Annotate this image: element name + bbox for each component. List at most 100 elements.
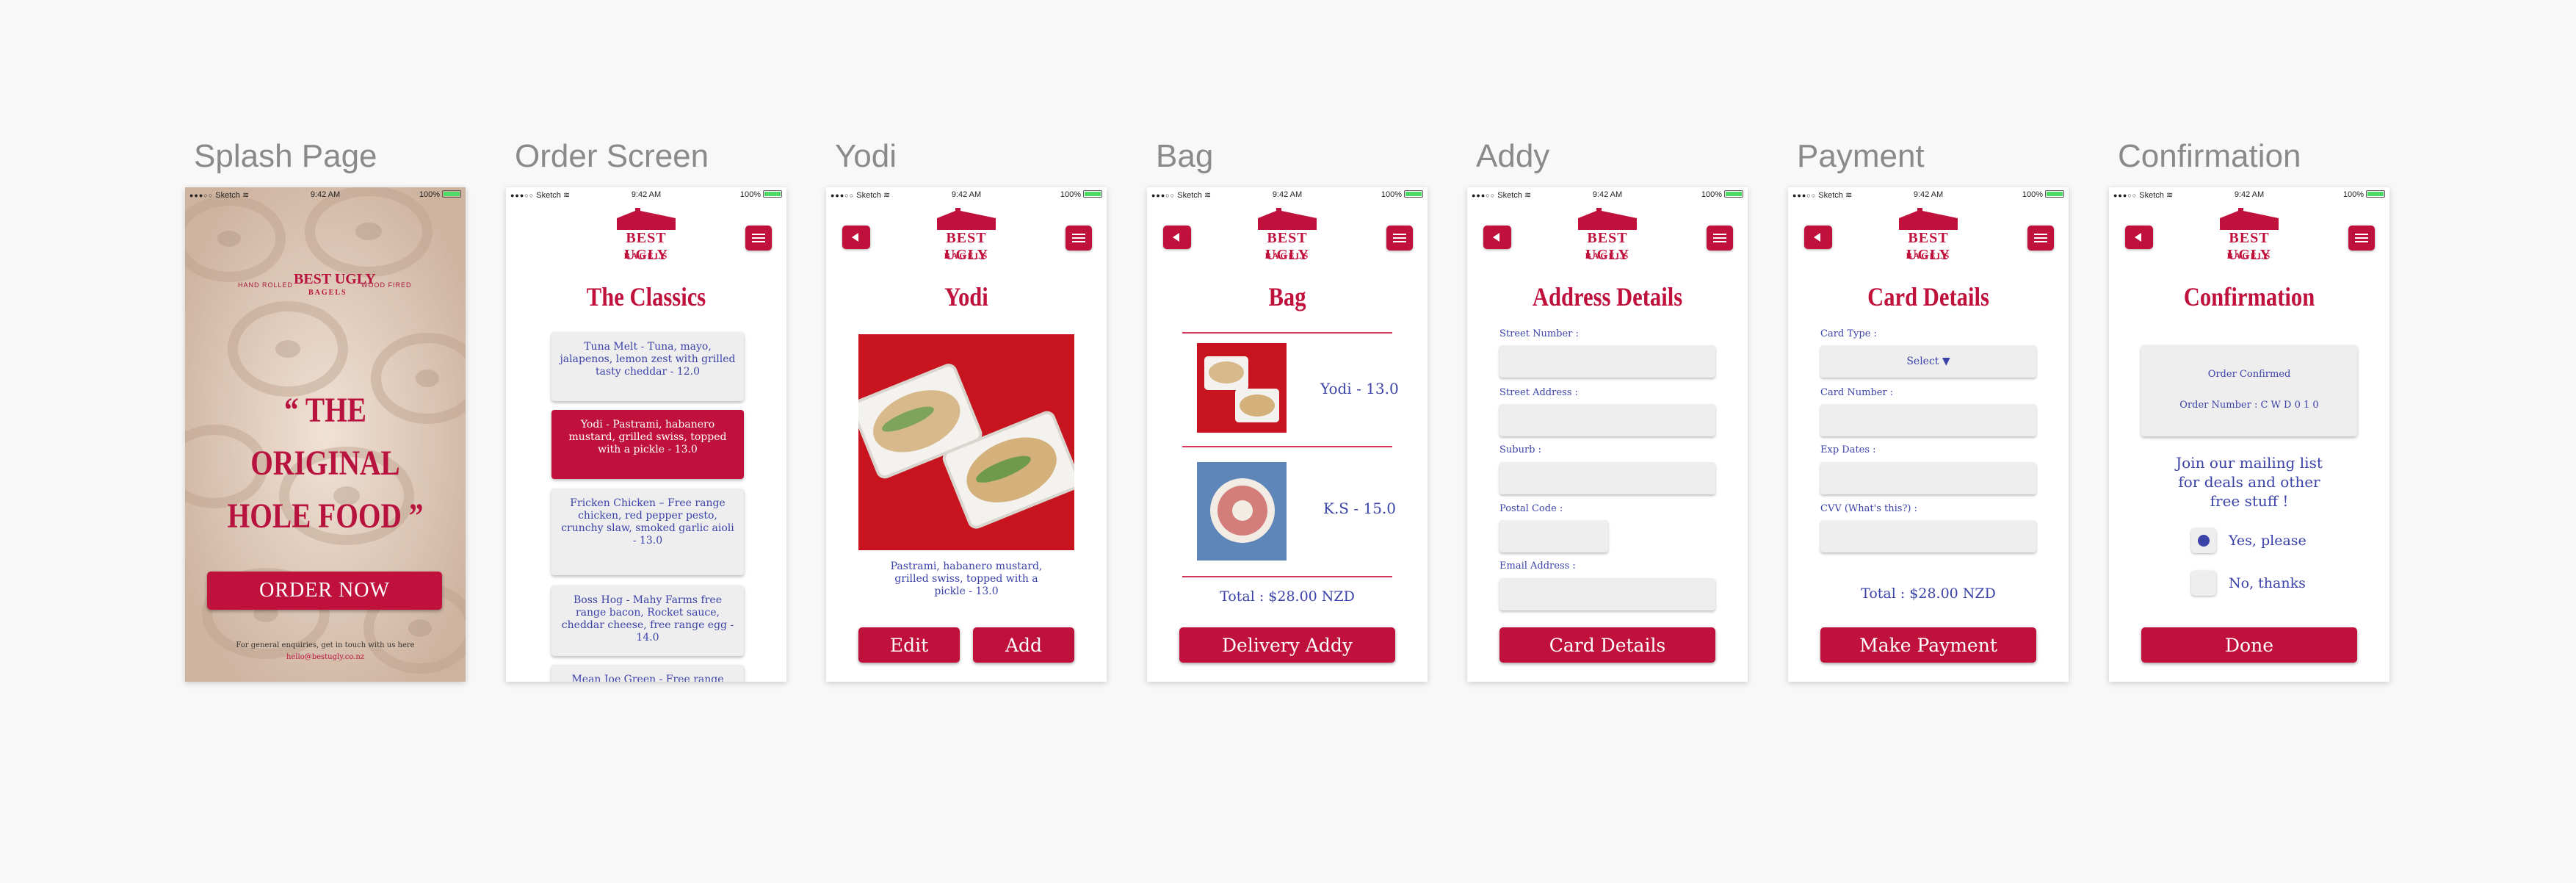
divider — [1182, 576, 1392, 577]
exp-dates-label: Exp Dates : — [1820, 444, 1876, 455]
bag-item-label: K.S - 15.0 — [1323, 500, 1397, 517]
exp-dates-input[interactable] — [1820, 462, 2036, 494]
battery-icon: 100% — [2022, 190, 2064, 199]
status-bar: ●●●○○ Sketch ≋ 9:42 AM 100% — [506, 187, 786, 203]
status-bar: ●●●○○ Sketch ≋ 9:42 AM 100% — [1788, 187, 2069, 203]
menu-item-card-selected[interactable]: Yodi - Pastrami, habanero mustard, grill… — [551, 410, 744, 479]
street-address-label: Street Address : — [1499, 387, 1578, 398]
menu-item-card[interactable]: Tuna Melt - Tuna, mayo, jalapenos, lemon… — [551, 332, 744, 401]
artboard-title: Addy — [1476, 138, 1550, 174]
bakery-building-icon — [2220, 208, 2279, 230]
item-description: Pastrami, habanero mustard, grilled swis… — [890, 561, 1043, 597]
screen-title: Confirmation — [2183, 282, 2315, 311]
order-number-text: Order Number : C W D 0 1 0 — [2179, 400, 2319, 411]
card-details-button[interactable]: Card Details — [1499, 627, 1715, 663]
card-number-label: Card Number : — [1820, 387, 1894, 398]
status-bar: ●●●○○ Sketch ≋ 9:42 AM 100% — [2109, 187, 2389, 203]
status-bar: ●●●○○ Sketch ≋ 9:42 AM 100% — [1147, 187, 1428, 203]
edit-button[interactable]: Edit — [858, 627, 960, 663]
phone-frame: ●●●○○ Sketch ≋ 9:42 AM 100% BEST UGLY BA… — [1788, 187, 2069, 682]
menu-item-card[interactable]: Mean Joe Green - Free range — [551, 665, 744, 682]
yes-radio[interactable] — [2191, 528, 2216, 553]
artboard-title: Order Screen — [515, 138, 709, 174]
best-ugly-logo: BEST UGLY BAGELS — [1243, 208, 1331, 267]
screen-title: Bag — [1268, 282, 1306, 311]
splash-quote: “ THE ORIGINAL HOLE FOOD ” — [210, 384, 440, 543]
yodi-food-photo — [858, 334, 1074, 550]
postal-code-label: Postal Code : — [1499, 503, 1563, 514]
hamburger-menu-icon[interactable] — [1386, 226, 1413, 251]
back-arrow-icon[interactable] — [1483, 226, 1511, 249]
order-confirmed-text: Order Confirmed — [2207, 369, 2291, 380]
status-bar: ●●●○○ Sketch ≋ 9:42 AM 100% — [826, 187, 1107, 203]
artboard-title: Splash Page — [194, 138, 377, 174]
bag-total: Total : $28.00 NZD — [1220, 588, 1355, 605]
menu-item-card[interactable]: Boss Hog - Mahy Farms free range bacon, … — [551, 585, 744, 656]
order-confirmed-card: Order Confirmed Order Number : C W D 0 1… — [2141, 345, 2357, 436]
mailing-list-text: Join our mailing list for deals and othe… — [2176, 454, 2323, 510]
order-now-button[interactable]: ORDER NOW — [207, 572, 442, 610]
email-input[interactable] — [1499, 578, 1715, 610]
artboard-title: Confirmation — [2118, 138, 2301, 174]
back-arrow-icon[interactable] — [2125, 226, 2153, 249]
postal-code-input[interactable] — [1499, 520, 1608, 552]
screen-title: Card Details — [1867, 282, 1989, 311]
street-number-input[interactable] — [1499, 345, 1715, 378]
cvv-input[interactable] — [1820, 520, 2036, 552]
logo-subtext: BAGELS — [308, 289, 347, 297]
status-bar: ●●●○○ Sketch ≋ 9:42 AM 100% — [185, 187, 466, 203]
done-button[interactable]: Done — [2141, 627, 2357, 663]
screen-title: The Classics — [586, 282, 706, 311]
tagline-right: WOOD FIRED — [361, 281, 412, 289]
back-arrow-icon[interactable] — [842, 226, 870, 249]
logo-subtext: BAGELS — [2226, 251, 2272, 261]
hamburger-menu-icon[interactable] — [1707, 226, 1733, 251]
email-link[interactable]: hello@bestugly.co.nz — [185, 653, 466, 661]
logo-subtext: BAGELS — [1265, 251, 1310, 261]
menu-item-card[interactable]: Fricken Chicken – Free range chicken, re… — [551, 489, 744, 575]
back-arrow-icon[interactable] — [1163, 226, 1191, 249]
bakery-building-icon — [617, 208, 676, 230]
radio-selected-dot — [2198, 535, 2210, 547]
divider — [1182, 332, 1392, 334]
battery-icon: 100% — [1701, 190, 1743, 199]
best-ugly-logo: BEST UGLY BAGELS — [1563, 208, 1651, 267]
bag-item-label: Yodi - 13.0 — [1320, 380, 1399, 397]
phone-frame: ●●●○○ Sketch ≋ 9:42 AM 100% BEST UGLY BA… — [506, 187, 786, 682]
hamburger-menu-icon[interactable] — [745, 226, 772, 251]
bakery-building-icon — [1258, 208, 1317, 230]
logo-subtext: BAGELS — [944, 251, 989, 261]
logo-subtext: BAGELS — [1585, 251, 1630, 261]
yodi-thumbnail — [1197, 343, 1287, 433]
hamburger-menu-icon[interactable] — [1066, 226, 1092, 251]
back-arrow-icon[interactable] — [1804, 226, 1832, 249]
add-button[interactable]: Add — [973, 627, 1074, 663]
card-type-select[interactable]: Select ▼ — [1820, 345, 2036, 378]
no-radio[interactable] — [2191, 571, 2216, 596]
best-ugly-logo: BEST UGLY BAGELS — [2205, 208, 2293, 267]
battery-icon: 100% — [1381, 190, 1423, 199]
quote-line-2: HOLE FOOD ” — [227, 497, 424, 536]
battery-icon: 100% — [740, 190, 782, 199]
artboard-title: Bag — [1156, 138, 1214, 174]
street-address-input[interactable] — [1499, 404, 1715, 436]
street-number-label: Street Number : — [1499, 328, 1579, 339]
cvv-label: CVV (What's this?) : — [1820, 503, 1917, 514]
hamburger-menu-icon[interactable] — [2027, 226, 2054, 251]
logo-subtext: BAGELS — [623, 251, 669, 261]
battery-icon: 100% — [2343, 190, 2385, 199]
phone-frame: ●●●○○ Sketch ≋ 9:42 AM 100% BEST UGLY BA… — [1147, 187, 1428, 682]
suburb-label: Suburb : — [1499, 444, 1542, 455]
suburb-input[interactable] — [1499, 462, 1715, 494]
delivery-addy-button[interactable]: Delivery Addy — [1179, 627, 1395, 663]
no-label: No, thanks — [2229, 575, 2306, 591]
card-number-input[interactable] — [1820, 404, 2036, 436]
screen-title: Yodi — [944, 282, 988, 311]
hamburger-menu-icon[interactable] — [2348, 226, 2375, 251]
quote-line-1: “ THE ORIGINAL — [250, 391, 400, 483]
artboard-title: Payment — [1797, 138, 1925, 174]
make-payment-button[interactable]: Make Payment — [1820, 627, 2036, 663]
best-ugly-logo: BEST UGLY BAGELS — [922, 208, 1010, 267]
ks-thumbnail — [1197, 462, 1287, 561]
logo-subtext: BAGELS — [1906, 251, 1951, 261]
